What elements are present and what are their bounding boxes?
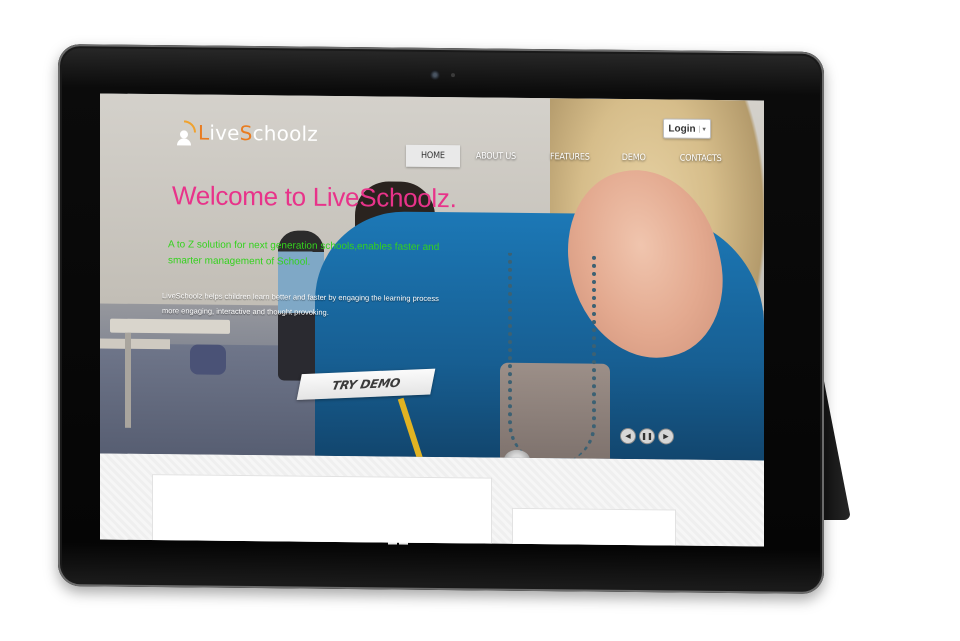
login-button[interactable]: Login ▾ (663, 118, 711, 139)
chevron-down-icon: ▾ (698, 125, 706, 133)
person-icon (176, 120, 196, 146)
nav-contacts[interactable]: CONTACTS (680, 148, 722, 170)
nav-about-us[interactable]: ABOUT US (476, 145, 516, 167)
welcome-heading: Welcome to LiveSchoolz. (172, 180, 457, 214)
content-card (512, 507, 676, 547)
slider-controls: ◀ ❚❚ ▶ (620, 427, 674, 445)
background-desk (110, 318, 230, 334)
nav-demo[interactable]: DEMO (622, 147, 646, 169)
light-sensor (451, 73, 455, 78)
logo-text-choolz: choolz (252, 121, 318, 146)
logo-text-l: L (198, 120, 210, 145)
site-logo[interactable]: LiveSchoolz (176, 116, 318, 149)
logo-text-ive: ive (209, 120, 240, 145)
logo-text: LiveSchoolz (198, 121, 318, 146)
background-chair (190, 344, 226, 375)
next-slide-icon[interactable]: ▶ (658, 428, 674, 445)
tablet-screen: LiveSchoolz Login ▾ HOME ABOUT US FEATUR… (100, 93, 764, 547)
prev-slide-icon[interactable]: ◀ (620, 427, 636, 445)
nav-home[interactable]: HOME (406, 144, 460, 168)
main-nav: HOME ABOUT US FEATURES DEMO CONTACTS (406, 144, 722, 170)
hero-slide: LiveSchoolz Login ▾ HOME ABOUT US FEATUR… (100, 93, 764, 461)
camera-icon (430, 69, 440, 80)
nav-features[interactable]: FEATURES (550, 146, 590, 168)
content-card (152, 474, 492, 546)
hero-tagline: A to Z solution for next generation scho… (168, 239, 440, 268)
student-necklace (508, 252, 596, 461)
background-desk-leg (125, 332, 131, 428)
login-label: Login (668, 122, 696, 135)
hero-description: LiveSchoolz helps children learn better … (162, 291, 439, 317)
logo-text-s: S (239, 120, 253, 146)
pause-icon[interactable]: ❚❚ (639, 428, 655, 445)
background-desk (100, 338, 170, 350)
